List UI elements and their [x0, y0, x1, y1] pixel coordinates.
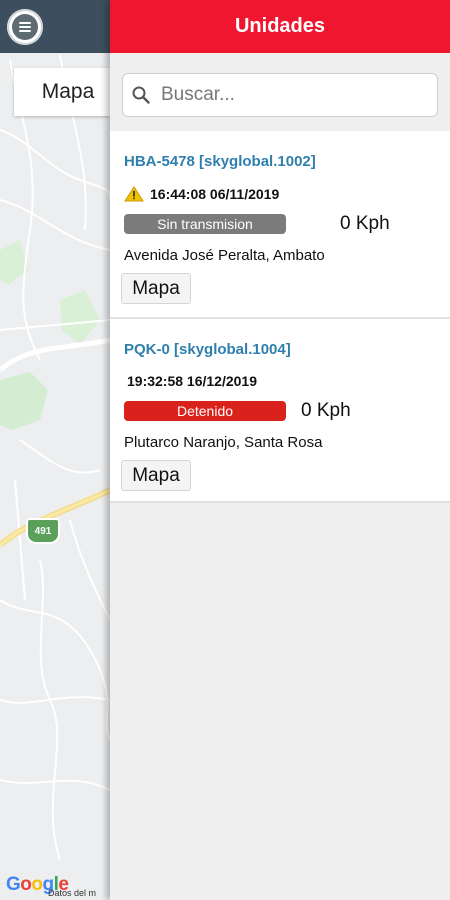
unit-timestamp: 16:44:08 06/11/2019 [150, 186, 280, 202]
unit-speed: 0 Kph [301, 400, 351, 421]
warning-icon [124, 186, 144, 202]
map-tab[interactable]: Mapa [14, 68, 110, 116]
unit-speed: 0 Kph [340, 213, 390, 234]
unit-map-button[interactable]: Mapa [121, 460, 191, 491]
search-input[interactable] [159, 74, 437, 116]
units-drawer: Unidades HBA-5478 [skyglobal.1002] 16:44… [110, 0, 450, 900]
drawer-header: Unidades [110, 0, 450, 53]
hamburger-icon [12, 14, 38, 40]
search-section [110, 53, 450, 131]
unit-map-button[interactable]: Mapa [121, 273, 191, 304]
status-badge: Detenido [124, 401, 286, 421]
map-roads [0, 54, 110, 861]
status-badge: Sin transmision [124, 214, 286, 234]
map-attribution[interactable]: Datos del m [48, 888, 96, 898]
unit-timestamp-row: 19:32:58 16/12/2019 [127, 373, 257, 389]
route-shield: 491 [26, 518, 60, 544]
menu-button[interactable] [7, 9, 43, 45]
unit-card: PQK-0 [skyglobal.1004] 19:32:58 16/12/20… [110, 319, 450, 503]
drawer-title: Unidades [234, 15, 326, 37]
unit-timestamp: 19:32:58 16/12/2019 [127, 373, 257, 389]
search-icon [123, 73, 159, 117]
unit-address: Avenida José Peralta, Ambato [124, 247, 325, 264]
unit-title-link[interactable]: HBA-5478 [skyglobal.1002] [124, 153, 316, 170]
unit-timestamp-row: 16:44:08 06/11/2019 [124, 186, 279, 202]
unit-card: HBA-5478 [skyglobal.1002] 16:44:08 06/11… [110, 131, 450, 319]
unit-address: Plutarco Naranjo, Santa Rosa [124, 434, 323, 451]
unit-title-link[interactable]: PQK-0 [skyglobal.1004] [124, 341, 291, 358]
search-box[interactable] [122, 73, 438, 117]
